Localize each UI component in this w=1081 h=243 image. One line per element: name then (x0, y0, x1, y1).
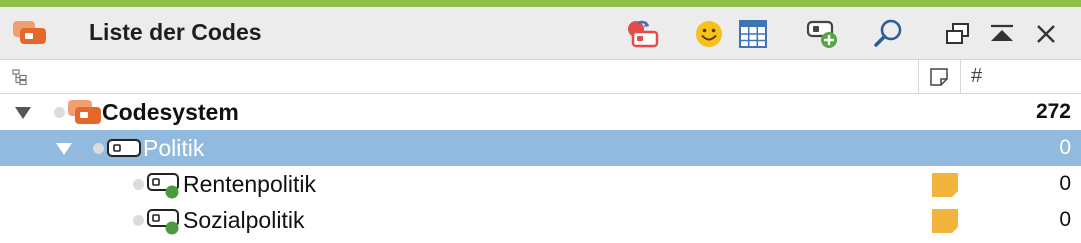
status-dot (54, 107, 65, 118)
memo-icon[interactable] (930, 208, 960, 234)
code-tag-green-icon (147, 173, 179, 199)
search-icon (874, 19, 902, 47)
window-title: Liste der Codes (89, 19, 262, 45)
undock-window-icon (946, 23, 969, 44)
code-tag-icon (107, 139, 141, 157)
expand-triangle-icon[interactable] (56, 143, 72, 155)
column-header: # (0, 60, 1081, 94)
code-set-button[interactable] (622, 14, 662, 54)
code-count: 0 (1059, 172, 1071, 195)
tree-row-codesystem[interactable]: Codesystem 272 (0, 94, 1081, 130)
status-dot (133, 215, 144, 226)
memo-column-icon[interactable] (929, 67, 949, 87)
new-code-button[interactable] (801, 14, 841, 54)
expand-triangle-icon[interactable] (15, 107, 31, 119)
close-button[interactable] (1026, 14, 1066, 54)
code-tag-green-icon (147, 209, 179, 235)
hierarchy-icon[interactable] (12, 69, 28, 85)
status-dot (93, 143, 104, 154)
emoticode-icon (696, 21, 722, 47)
code-set-icon (628, 20, 659, 48)
count-column-header[interactable]: # (971, 63, 982, 89)
close-icon (1037, 25, 1055, 43)
code-count: 0 (1059, 136, 1071, 159)
tree-row-rentenpolitik[interactable]: Rentenpolitik 0 (0, 166, 1081, 202)
emoticode-button[interactable] (689, 14, 729, 54)
status-dot (133, 179, 144, 190)
column-separator[interactable] (918, 60, 919, 93)
new-code-icon (806, 20, 837, 48)
codesystem-app-icon (13, 21, 46, 44)
code-count: 0 (1059, 208, 1071, 231)
search-button[interactable] (868, 14, 908, 54)
code-label: Politik (143, 135, 205, 161)
code-label: Codesystem (102, 99, 239, 125)
tree-row-sozialpolitik[interactable]: Sozialpolitik 0 (0, 202, 1081, 238)
collapse-panel-button[interactable] (982, 14, 1022, 54)
column-separator[interactable] (960, 60, 961, 93)
window-accent-bar (0, 0, 1081, 7)
overview-table-button[interactable] (733, 14, 773, 54)
collapse-panel-icon (991, 24, 1013, 41)
code-count: 272 (1035, 100, 1071, 123)
undock-window-button[interactable] (938, 14, 978, 54)
table-grid-icon (739, 20, 767, 48)
codesystem-icon (68, 100, 101, 124)
tree-row-politik[interactable]: Politik 0 (0, 130, 1081, 166)
window-header: Liste der Codes (0, 7, 1081, 60)
memo-icon[interactable] (930, 172, 960, 198)
code-label: Sozialpolitik (183, 207, 305, 233)
code-label: Rentenpolitik (183, 171, 316, 197)
